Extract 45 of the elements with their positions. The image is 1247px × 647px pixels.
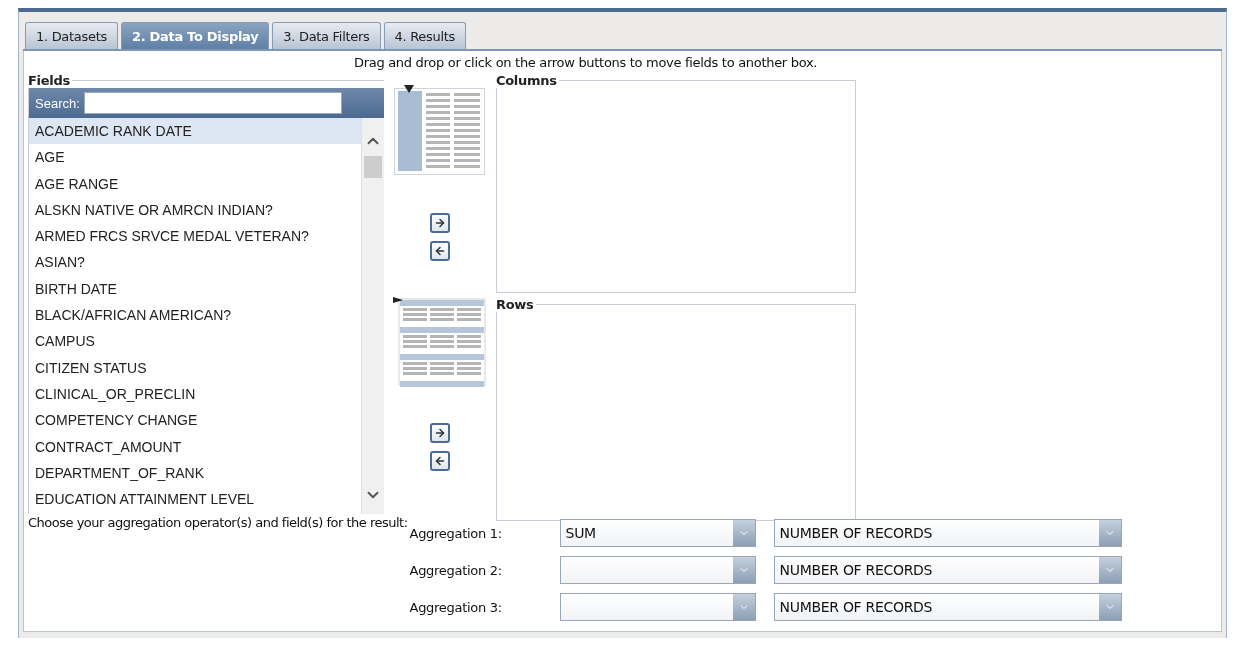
field-list-item[interactable]: EDUCATION ATTAINMENT LEVEL bbox=[29, 486, 361, 513]
move-right-button[interactable] bbox=[430, 423, 450, 443]
instruction-text: Drag and drop or click on the arrow buttons to move fields to another box. bbox=[354, 55, 819, 72]
box-legend: Columns bbox=[494, 73, 559, 88]
box-legend: Rows bbox=[494, 297, 536, 312]
field-list-item[interactable]: BIRTH DATE bbox=[29, 275, 361, 303]
columns-drop-box[interactable]: Columns bbox=[496, 73, 856, 293]
field-list-item[interactable]: CLINICAL_OR_PRECLIN bbox=[29, 380, 361, 408]
field-select[interactable]: NUMBER OF RECORDS bbox=[773, 519, 1122, 547]
field-select[interactable]: NUMBER OF RECORDS bbox=[773, 556, 1122, 584]
scrollbar-thumb[interactable] bbox=[364, 156, 382, 178]
aggregation-label: Aggregation 2: bbox=[409, 562, 503, 578]
aggregation-label: Aggregation 3: bbox=[409, 599, 503, 615]
field-list-item[interactable]: COMPETENCY CHANGE bbox=[29, 407, 361, 434]
scrollbar[interactable] bbox=[361, 118, 384, 514]
field-list-item[interactable]: ACADEMIC RANK DATE bbox=[29, 118, 361, 145]
search-field[interactable] bbox=[83, 92, 342, 114]
aggregation-prompt: Choose your aggregation operator(s) and field(s) for the result: bbox=[28, 514, 408, 530]
panel-legend: Fields bbox=[26, 73, 72, 88]
arrow-right-icon bbox=[434, 217, 446, 229]
field-list-item[interactable]: ALSKN NATIVE OR AMRCN INDIAN? bbox=[29, 196, 361, 224]
field-list-item[interactable]: AGE bbox=[29, 144, 361, 171]
tab[interactable]: 1. Datasets bbox=[25, 22, 118, 49]
field-list-item[interactable]: ASIAN? bbox=[29, 249, 361, 276]
field-list-item[interactable]: ARMED FRCS SRVCE MEDAL VETERAN? bbox=[29, 223, 361, 250]
field-select[interactable]: NUMBER OF RECORDS bbox=[773, 593, 1122, 621]
move-left-button[interactable] bbox=[430, 451, 450, 471]
field-list-item[interactable]: DEPARTMENT_OF_RANK bbox=[29, 459, 361, 487]
column-layout-icon bbox=[394, 85, 486, 177]
arrow-right-icon bbox=[434, 427, 446, 439]
arrow-left-icon bbox=[434, 245, 446, 257]
move-right-button[interactable] bbox=[430, 213, 450, 233]
move-left-button[interactable] bbox=[430, 241, 450, 261]
arrow-left-icon bbox=[434, 455, 446, 467]
field-list-item[interactable]: BLACK/AFRICAN AMERICAN? bbox=[29, 302, 361, 329]
field-list-item[interactable]: CITIZEN STATUS bbox=[29, 354, 361, 381]
aggregation-label: Aggregation 1: bbox=[409, 525, 503, 541]
field-list-item[interactable]: CONTRACT_AMOUNT bbox=[29, 433, 361, 460]
search-label: Search: bbox=[35, 95, 80, 111]
field-list-item[interactable]: CAMPUS bbox=[29, 328, 361, 355]
tab[interactable]: 3. Data Filters bbox=[272, 22, 381, 49]
row-layout-icon bbox=[393, 295, 487, 387]
field-list-item[interactable]: AGE RANGE bbox=[29, 170, 361, 197]
tab[interactable]: 4. Results bbox=[383, 22, 466, 49]
operator-select[interactable]: SUM bbox=[559, 519, 756, 547]
